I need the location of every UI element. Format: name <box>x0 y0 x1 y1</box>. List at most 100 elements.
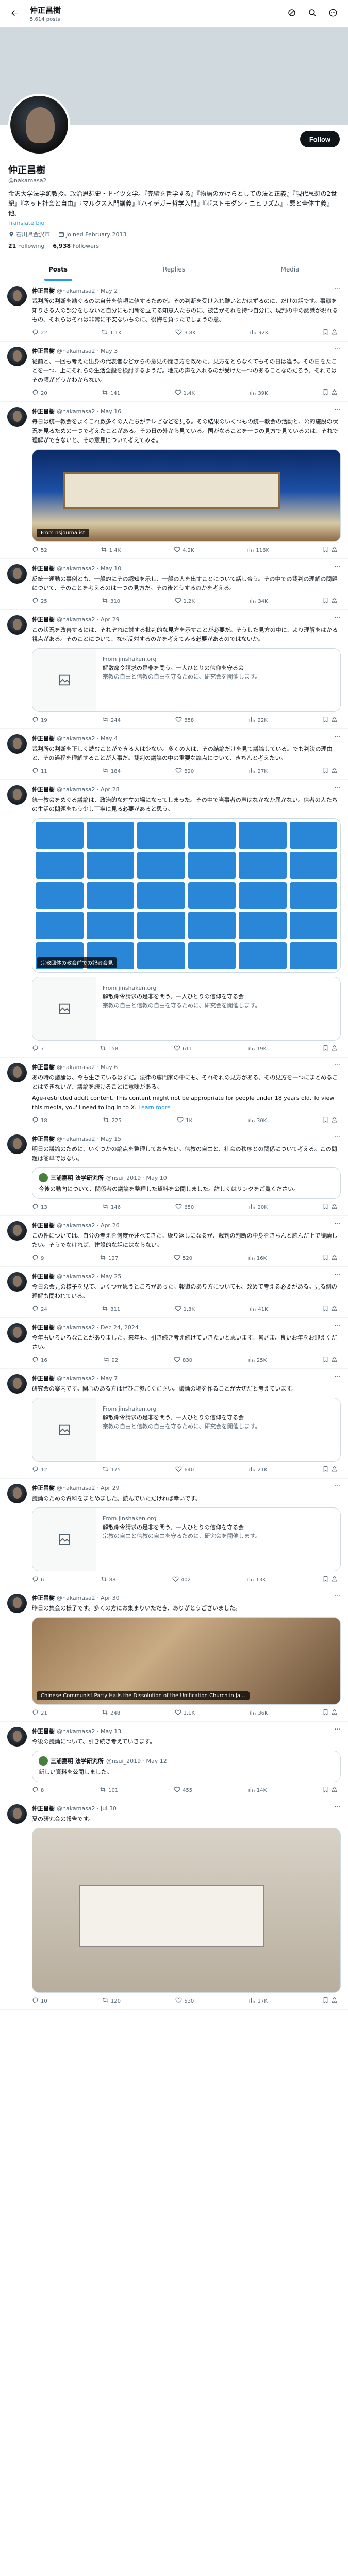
author-name[interactable]: 仲正昌樹 <box>32 1272 55 1280</box>
more-icon[interactable]: ··· <box>335 1062 341 1070</box>
like-button[interactable]: 402 <box>172 1575 191 1584</box>
views-button[interactable]: 34K <box>249 597 268 605</box>
avatar[interactable] <box>7 1323 27 1343</box>
like-button[interactable]: 1.3K <box>175 1305 195 1313</box>
repost-button[interactable]: 225 <box>103 1116 122 1125</box>
tab-posts[interactable]: Posts <box>0 258 116 281</box>
reply-button[interactable]: 24 <box>32 1305 47 1313</box>
bookmark-icon[interactable] <box>322 1254 329 1262</box>
share-icon[interactable] <box>331 1116 338 1125</box>
more-icon[interactable]: ··· <box>335 784 341 792</box>
repost-button[interactable]: 101 <box>100 1786 118 1794</box>
post[interactable]: 仲正昌樹 @nakamasa2 · May 15 ··· 明日の議論のために、いくつか… <box>0 1129 348 1216</box>
avatar[interactable] <box>7 1374 27 1394</box>
repost-button[interactable]: 92 <box>103 1356 118 1364</box>
post-media[interactable] <box>32 1828 341 1993</box>
author-name[interactable]: 仲正昌樹 <box>32 1374 55 1382</box>
views-button[interactable]: 36K <box>249 1709 268 1717</box>
avatar[interactable] <box>7 1221 27 1241</box>
search-icon[interactable] <box>306 6 319 20</box>
link-card[interactable]: From jinshaken.org 解散命令請求の是非を問う。一人ひとりの信仰を… <box>32 1398 341 1462</box>
post[interactable]: 仲正昌樹 @nakamasa2 · Apr 28 ··· 統一教会をめぐる議論は、政治… <box>0 780 348 1058</box>
share-icon[interactable] <box>331 1575 338 1584</box>
bookmark-icon[interactable] <box>322 1045 329 1053</box>
bookmark-icon[interactable] <box>322 1786 329 1794</box>
post-media[interactable]: Chinese Communist Party Hails the Dissol… <box>32 1617 341 1705</box>
more-icon[interactable]: ··· <box>335 1803 341 1811</box>
avatar[interactable] <box>7 785 27 805</box>
repost-button[interactable]: 141 <box>102 389 120 397</box>
views-button[interactable]: 25K <box>248 1356 267 1364</box>
post[interactable]: 仲正昌樹 @nakamasa2 · Apr 29 ··· この状況を改善するには、それ… <box>0 610 348 729</box>
like-button[interactable]: 640 <box>175 1466 194 1474</box>
reply-button[interactable]: 25 <box>32 597 47 605</box>
post[interactable]: 仲正昌樹 @nakamasa2 · Apr 26 ··· この件については、自分の考え… <box>0 1216 348 1267</box>
bookmark-icon[interactable] <box>322 716 329 724</box>
views-button[interactable]: 20K <box>248 1203 268 1211</box>
reply-button[interactable]: 18 <box>32 1116 47 1125</box>
tab-replies[interactable]: Replies <box>116 258 232 281</box>
repost-button[interactable]: 310 <box>102 597 120 605</box>
more-icon[interactable]: ··· <box>335 1220 341 1228</box>
post[interactable]: 仲正昌樹 @nakamasa2 · May 25 ··· 今日の会見の様子を見て、いく… <box>0 1267 348 1318</box>
views-button[interactable]: 17K <box>248 1997 268 2005</box>
repost-button[interactable]: 248 <box>102 1709 120 1717</box>
author-name[interactable]: 仲正昌樹 <box>32 347 55 355</box>
avatar[interactable] <box>7 615 27 635</box>
author-name[interactable]: 仲正昌樹 <box>32 1323 55 1331</box>
views-button[interactable]: 92K <box>250 329 268 337</box>
back-arrow-icon[interactable] <box>7 6 22 21</box>
views-button[interactable]: 22K <box>248 716 268 724</box>
bookmark-icon[interactable] <box>322 1466 329 1474</box>
more-icon[interactable]: ··· <box>335 1322 341 1330</box>
author-name[interactable]: 仲正昌樹 <box>32 1727 55 1735</box>
share-icon[interactable] <box>331 1254 338 1262</box>
share-icon[interactable] <box>331 389 338 397</box>
author-name[interactable]: 仲正昌樹 <box>32 1063 55 1071</box>
link-card[interactable]: From jinshaken.org 解散命令請求の是非を問う。一人ひとりの信仰を… <box>32 977 341 1041</box>
post[interactable]: 仲正昌樹 @nakamasa2 · May 10 ··· 反統一運動の事例とも、一般的… <box>0 559 348 610</box>
post[interactable]: 仲正昌樹 @nakamasa2 · Dec 24, 2024 ··· 今年もいろいろな… <box>0 1318 348 1369</box>
quoted-post[interactable]: 三浦嘉明 法学研究所 @nsui_2019 · May 12 新しい資料を公開しまし… <box>32 1751 341 1782</box>
repost-button[interactable]: 88 <box>101 1575 115 1584</box>
share-icon[interactable] <box>331 1045 338 1053</box>
views-button[interactable]: 16K <box>248 1254 267 1262</box>
more-options-icon[interactable] <box>326 6 340 20</box>
more-icon[interactable]: ··· <box>335 1271 341 1279</box>
post[interactable]: 仲正昌樹 @nakamasa2 · May 16 ··· 毎日は統一教会をよくこれ数多… <box>0 402 348 559</box>
avatar[interactable] <box>7 1727 27 1747</box>
profile-avatar[interactable] <box>8 94 70 156</box>
share-icon[interactable] <box>331 597 338 605</box>
share-icon[interactable] <box>331 1997 338 2005</box>
bookmark-icon[interactable] <box>322 1709 329 1717</box>
reply-button[interactable]: 52 <box>32 546 47 554</box>
post[interactable]: 仲正昌樹 @nakamasa2 · Jul 30 ··· 夏の研究会の報告です。 10 1… <box>0 1799 348 2010</box>
share-icon[interactable] <box>331 1305 338 1313</box>
avatar[interactable] <box>7 1063 27 1082</box>
repost-button[interactable]: 1.1K <box>101 329 122 337</box>
avatar[interactable] <box>7 1594 27 1613</box>
share-icon[interactable] <box>331 1709 338 1717</box>
avatar[interactable] <box>7 564 27 584</box>
link-card[interactable]: From jinshaken.org 解散命令請求の是非を問う。一人ひとりの信仰を… <box>32 648 341 712</box>
more-icon[interactable]: ··· <box>335 563 341 571</box>
reply-button[interactable]: 16 <box>32 1356 47 1364</box>
like-button[interactable]: 1.2K <box>175 597 195 605</box>
author-name[interactable]: 仲正昌樹 <box>32 615 55 623</box>
post[interactable]: 仲正昌樹 @nakamasa2 · Apr 30 ··· 昨日の集会の様子です。多くの… <box>0 1588 348 1722</box>
repost-button[interactable]: 244 <box>102 716 121 724</box>
repost-button[interactable]: 175 <box>102 1466 121 1474</box>
like-button[interactable]: 1.1K <box>175 1709 195 1717</box>
reply-button[interactable]: 12 <box>32 1466 47 1474</box>
avatar[interactable] <box>7 407 27 427</box>
author-name[interactable]: 仲正昌樹 <box>32 1134 55 1143</box>
author-name[interactable]: 仲正昌樹 <box>32 734 55 742</box>
avatar[interactable] <box>7 1134 27 1154</box>
like-button[interactable]: 830 <box>174 1356 192 1364</box>
repost-button[interactable]: 1.4K <box>101 546 121 554</box>
more-icon[interactable]: ··· <box>335 1373 341 1381</box>
tab-media[interactable]: Media <box>232 258 348 281</box>
share-icon[interactable] <box>331 1203 338 1211</box>
like-button[interactable]: 3.8K <box>175 329 196 337</box>
more-icon[interactable]: ··· <box>335 1592 341 1600</box>
